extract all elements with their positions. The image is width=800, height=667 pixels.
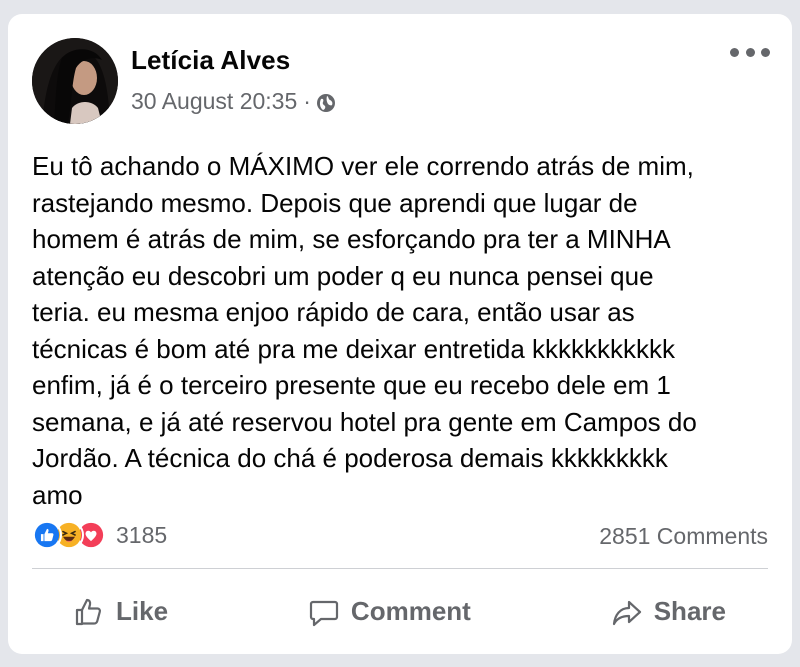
comments-count[interactable]: 2851 Comments xyxy=(599,523,768,550)
like-label: Like xyxy=(116,596,169,626)
reactions-summary[interactable]: 3185 xyxy=(32,520,167,550)
share-button[interactable]: Share xyxy=(610,595,726,629)
avatar[interactable] xyxy=(32,38,118,124)
more-options-icon[interactable] xyxy=(730,42,770,62)
globe-icon[interactable] xyxy=(316,92,336,112)
comment-icon xyxy=(309,600,339,626)
meta-separator: · xyxy=(303,88,311,114)
divider xyxy=(32,568,768,569)
author-name[interactable]: Letícia Alves xyxy=(131,45,290,76)
like-reaction-icon xyxy=(32,520,62,550)
share-icon xyxy=(612,600,641,625)
comment-button[interactable]: Comment xyxy=(307,595,471,629)
reaction-count: 3185 xyxy=(116,521,168,548)
post-card: Letícia Alves 30 August 20:35 · Eu tô ac… xyxy=(8,14,792,654)
share-label: Share xyxy=(653,596,726,626)
post-actions: Like Comment Share xyxy=(32,589,768,634)
like-button[interactable]: Like xyxy=(72,595,168,629)
thumbs-up-icon xyxy=(75,598,102,625)
post-timestamp[interactable]: 30 August 20:35 xyxy=(131,88,297,115)
post-meta: 30 August 20:35 · xyxy=(131,88,336,115)
post-text: Eu tô achando o MÁXIMO ver ele correndo … xyxy=(32,151,697,510)
comment-label: Comment xyxy=(350,596,471,626)
